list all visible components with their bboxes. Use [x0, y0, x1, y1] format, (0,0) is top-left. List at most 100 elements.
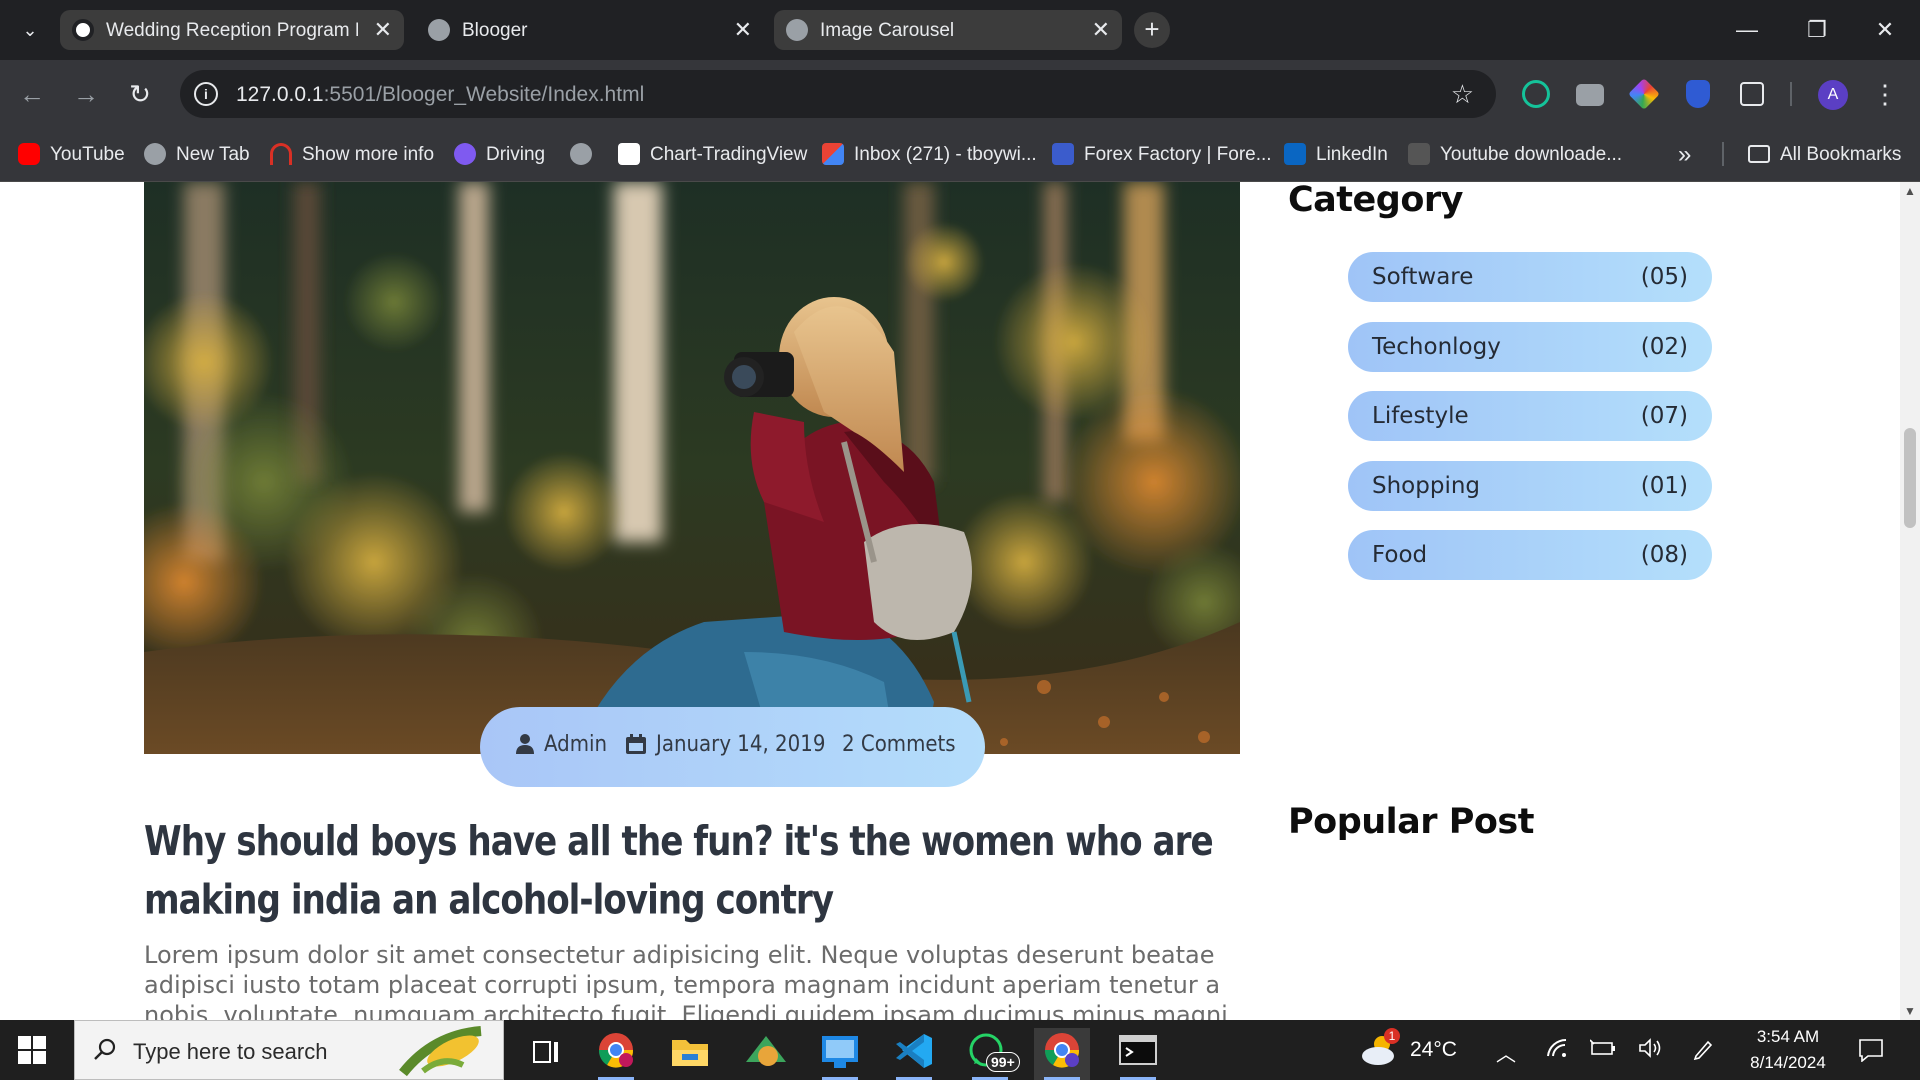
url-text[interactable]: 127.0.0.1:5501/Blooger_Website/Index.htm… [236, 83, 644, 107]
bookmark-label: Inbox (271) - tboywi... [854, 144, 1037, 165]
more-bookmarks-chevron-icon[interactable]: » [1678, 140, 1691, 170]
bitwarden-icon[interactable] [1686, 80, 1710, 108]
back-icon[interactable]: ← [14, 76, 50, 112]
globe-icon [570, 143, 592, 165]
globe-icon [144, 143, 166, 165]
bookmark-forex-factory[interactable]: Forex Factory | Fore... [1052, 140, 1272, 170]
tab-wedding-reception[interactable]: Wedding Reception Program D ✕ [60, 10, 404, 50]
bookmark-label: YouTube [50, 144, 125, 165]
globe-icon [428, 19, 450, 41]
restore-icon[interactable]: ❐ [1794, 12, 1840, 48]
category-name: Shopping [1372, 472, 1481, 499]
category-name: Software [1372, 264, 1474, 290]
category-count: (07) [1640, 403, 1688, 429]
minimize-icon[interactable]: — [1724, 12, 1770, 48]
bookmark-youtube-downloader[interactable]: Youtube downloade... [1408, 140, 1622, 170]
search-icon [94, 1038, 116, 1060]
all-bookmarks-button[interactable]: All Bookmarks [1748, 140, 1901, 170]
close-icon[interactable]: ✕ [734, 16, 752, 44]
bookmark-label: Driving [486, 144, 546, 165]
category-item-techonlogy[interactable]: Techonlogy (02) [1348, 321, 1712, 372]
vscode-icon[interactable] [886, 1028, 942, 1080]
task-view-icon[interactable] [518, 1028, 574, 1080]
bookmark-star-icon[interactable]: ☆ [1451, 79, 1474, 110]
popular-post-heading: Popular Post [1288, 802, 1535, 842]
scroll-up-icon[interactable]: ▲ [1904, 184, 1916, 198]
clock-date: 8/14/2024 [1750, 1053, 1826, 1072]
close-window-icon[interactable]: ✕ [1862, 12, 1908, 48]
color-picker-icon[interactable] [1628, 78, 1660, 110]
bookmark-tradingview[interactable]: Chart-TradingView [618, 140, 807, 170]
windows-taskbar: Type here to search 99+ 1 24°C ︿ 3:54 AM… [0, 1020, 1920, 1080]
post-title[interactable]: Why should boys have all the fun? it's t… [144, 812, 1244, 929]
kebab-menu-icon[interactable]: ⋮ [1872, 76, 1898, 112]
terminal-icon[interactable] [1110, 1028, 1166, 1080]
post-author[interactable]: Admin [516, 732, 607, 757]
post-meta-bar: Admin January 14, 2019 2 Commets [480, 707, 985, 787]
tradingview-icon [618, 143, 640, 165]
toolbar-divider [1790, 82, 1792, 106]
show-hidden-icons-chevron-icon[interactable]: ︿ [1496, 1038, 1516, 1067]
close-icon[interactable]: ✕ [1092, 16, 1110, 44]
site-info-icon[interactable]: i [194, 82, 218, 106]
extensions-puzzle-icon[interactable] [1740, 82, 1764, 106]
forward-icon[interactable]: → [68, 76, 104, 112]
category-count: (01) [1640, 472, 1688, 499]
gauge-icon [270, 143, 292, 165]
address-bar[interactable]: i 127.0.0.1:5501/Blooger_Website/Index.h… [180, 70, 1496, 118]
downloader-icon [1408, 143, 1430, 165]
new-tab-button[interactable]: + [1134, 12, 1170, 48]
weather-icon[interactable]: 1 [1360, 1028, 1400, 1074]
search-placeholder: Type here to search [133, 1039, 328, 1064]
windows-start-icon[interactable] [18, 1036, 46, 1064]
scrollbar-thumb[interactable] [1904, 428, 1916, 528]
calendar-icon [626, 734, 646, 754]
bookmark-label: Chart-TradingView [650, 144, 808, 165]
bookmark-youtube[interactable]: YouTube [18, 140, 125, 170]
category-name: Lifestyle [1372, 403, 1469, 429]
category-name: Techonlogy [1372, 333, 1501, 360]
gmail-icon [822, 143, 844, 165]
volume-icon[interactable] [1638, 1038, 1664, 1064]
pen-input-icon[interactable] [1692, 1038, 1714, 1066]
page-viewport: Admin January 14, 2019 2 Commets Why sho… [0, 182, 1900, 1020]
system-clock[interactable]: 3:54 AM 8/14/2024 [1738, 1024, 1838, 1076]
post-comments-link[interactable]: 2 Commets [842, 732, 956, 757]
file-explorer-icon[interactable] [662, 1028, 718, 1080]
tab-blooger[interactable]: Blooger ✕ [416, 10, 764, 50]
whatsapp-icon[interactable]: 99+ [962, 1028, 1020, 1080]
taskbar-search-box[interactable]: Type here to search [74, 1020, 504, 1080]
tab-image-carousel[interactable]: Image Carousel ✕ [774, 10, 1122, 50]
category-item-shopping[interactable]: Shopping (01) [1348, 460, 1712, 511]
profile-avatar[interactable]: A [1818, 80, 1848, 110]
close-icon[interactable]: ✕ [374, 16, 392, 44]
chrome-profile-a-icon[interactable] [1034, 1028, 1090, 1080]
reload-icon[interactable]: ↻ [122, 76, 158, 112]
tab-search-chevron-icon[interactable]: ⌄ [14, 14, 46, 46]
category-item-software[interactable]: Software (05) [1348, 252, 1712, 302]
weather-temperature[interactable]: 24°C [1410, 1038, 1457, 1062]
category-heading: Category [1288, 182, 1463, 220]
network-icon[interactable] [1546, 1038, 1568, 1064]
metatrader-icon[interactable] [738, 1028, 794, 1080]
bookmark-new-tab[interactable]: New Tab [144, 140, 250, 170]
bookmark-label: Youtube downloade... [1440, 144, 1623, 165]
page-scrollbar[interactable]: ▲ ▼ [1900, 182, 1920, 1020]
user-icon [516, 734, 534, 754]
bookmark-gmail[interactable]: Inbox (271) - tboywi... [822, 140, 1037, 170]
bookmark-show-more-info[interactable]: Show more info [270, 140, 434, 170]
scroll-down-icon[interactable]: ▼ [1904, 1004, 1916, 1018]
category-item-lifestyle[interactable]: Lifestyle (07) [1348, 391, 1712, 441]
battery-icon[interactable] [1589, 1038, 1616, 1064]
twitch-icon [454, 143, 476, 165]
bookmark-driving[interactable]: Driving [454, 140, 545, 170]
chrome-profile-r-icon[interactable] [588, 1028, 644, 1080]
bookmark-linkedin[interactable]: LinkedIn [1284, 140, 1388, 170]
grammarly-icon[interactable] [1522, 80, 1550, 108]
camera-icon[interactable] [1576, 84, 1604, 106]
remote-desktop-icon[interactable] [812, 1028, 868, 1080]
notification-center-icon[interactable] [1858, 1038, 1884, 1068]
bookmark-label: Forex Factory | Fore... [1084, 144, 1272, 165]
category-item-food[interactable]: Food (08) [1348, 530, 1712, 580]
bookmark-globe[interactable] [570, 140, 602, 170]
